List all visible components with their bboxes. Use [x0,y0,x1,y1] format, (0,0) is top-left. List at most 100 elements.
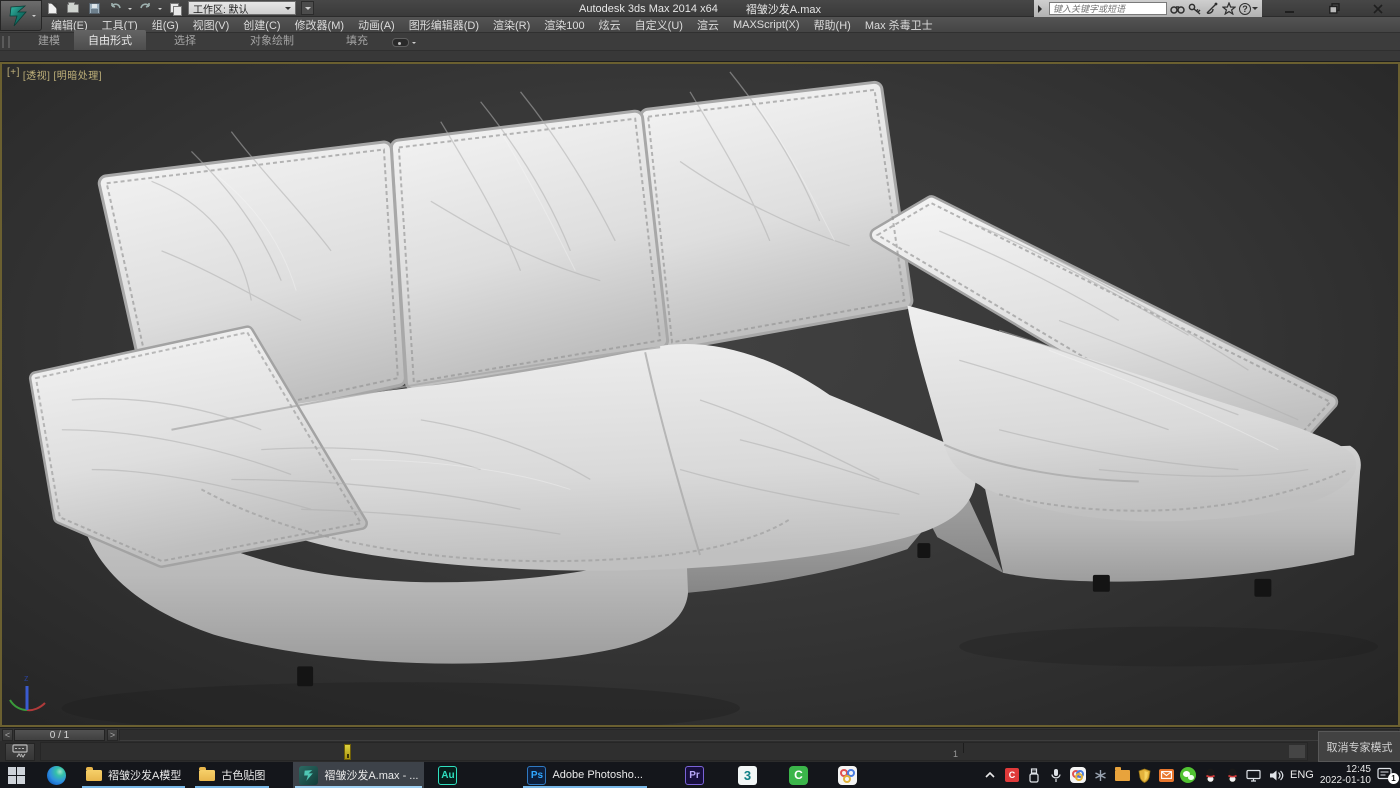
taskbar-premiere[interactable]: Pr [679,762,710,788]
help-button[interactable]: ? [1239,3,1258,15]
notification-count-badge: 1 [1388,773,1399,784]
taskbar-app-three[interactable]: 3 [732,762,763,788]
animation-key-marker[interactable] [344,744,351,760]
start-button[interactable] [2,762,31,788]
tray-red-app[interactable]: C [1004,767,1020,783]
minimize-button[interactable] [1268,0,1312,17]
tray-display-project[interactable] [1246,767,1262,783]
title-bar: 工作区: 默认 Autodesk 3ds Max 2014 x64 褶皱沙发A.… [0,0,1400,17]
save-icon [89,3,100,14]
photoshop-icon: Ps [527,766,546,785]
tab-object-paint[interactable]: 对象绘制 [236,30,308,50]
communication-center-button[interactable] [1205,1,1219,16]
previous-frame-button[interactable]: < [2,729,13,741]
track-bar-row: 1 取消专家模式 [0,741,1400,762]
tray-security-shield[interactable] [1136,767,1152,783]
search-button[interactable] [1170,1,1185,16]
taskbar-audition[interactable]: Au [432,762,463,788]
menu-render100[interactable]: 渲染100 [537,17,591,33]
sofa-model[interactable] [2,64,1398,725]
ribbon-state-icon [392,38,409,47]
language-indicator[interactable]: ENG [1290,769,1314,781]
folder-icon [199,770,215,781]
menu-maxscript[interactable]: MAXScript(X) [726,19,807,31]
application-menu-button[interactable] [0,0,42,31]
tray-qq-2[interactable] [1224,767,1240,783]
redo-icon [139,2,152,14]
menu-help[interactable]: 帮助(H) [807,17,858,33]
windows-logo-icon [8,767,25,784]
color-rings-icon [1070,767,1086,783]
key-icon [1188,2,1202,15]
menu-customize[interactable]: 自定义(U) [628,17,690,33]
taskbar-photoshop[interactable]: Ps Adobe Photosho... [521,762,649,788]
shield-icon [1138,768,1151,783]
clock-time: 12:45 [1320,764,1371,775]
tab-selection[interactable]: 选择 [160,30,210,50]
menu-xuanyun[interactable]: 炫云 [592,17,628,33]
close-button[interactable] [1356,0,1400,17]
tray-microphone[interactable] [1048,767,1064,783]
next-frame-button[interactable]: > [107,729,118,741]
menu-rendering[interactable]: 渲染(R) [486,17,537,33]
tray-volume[interactable] [1268,767,1284,783]
undo-button[interactable] [107,1,123,15]
new-scene-button[interactable] [44,1,60,15]
viewport-menu-general[interactable]: [+] [7,67,20,82]
time-slider-thumb[interactable]: 0 / 1 [14,729,105,741]
collapse-arrow-icon[interactable] [1038,5,1046,13]
wechat-icon [1180,767,1196,783]
time-slider-track[interactable] [119,729,1399,741]
keyboard-shortcut-override-toggle[interactable] [5,743,35,761]
ribbon-config-button[interactable] [392,38,416,47]
menu-bar: 编辑(E) 工具(T) 组(G) 视图(V) 创建(C) 修改器(M) 动画(A… [0,17,1400,33]
frame-tick-line [963,743,964,753]
undo-dropdown-caret[interactable] [128,8,132,12]
workspace-dropdown-button[interactable] [301,1,314,15]
qq-penguin-icon [1226,768,1239,783]
notification-center-button[interactable]: 1 [1377,767,1397,783]
workspace-selector[interactable]: 工作区: 默认 [188,1,296,15]
sign-in-button[interactable] [1188,1,1202,16]
viewport-menu-shading[interactable]: [明暗处理] [53,67,102,82]
capture-app-icon: C [789,766,808,785]
help-icon: ? [1239,3,1251,15]
perspective-viewport[interactable]: [+] [透视] [明暗处理] [0,62,1400,727]
menu-xuancloud[interactable]: 渲云 [690,17,726,33]
restore-button[interactable] [1312,0,1356,17]
taskbar-3ds-max[interactable]: 褶皱沙发A.max - ... [293,762,424,788]
taskbar-edge[interactable] [41,762,72,788]
search-input[interactable] [1049,2,1167,15]
tray-expand-button[interactable] [982,767,998,783]
taskbar-app-capture[interactable]: C [783,762,814,788]
menu-antivirus[interactable]: Max 杀毒卫士 [858,17,940,33]
taskbar-folder-model[interactable]: 褶皱沙发A模型 [80,762,187,788]
tab-populate[interactable]: 填充 [332,30,382,50]
save-file-button[interactable] [86,1,102,15]
tray-color-rings-app[interactable] [1070,767,1086,783]
open-file-button[interactable] [65,1,81,15]
tray-usb[interactable] [1026,767,1042,783]
favorites-button[interactable] [1222,1,1236,16]
tray-snowflake-app[interactable] [1092,767,1108,783]
tray-folder-app[interactable] [1114,767,1130,783]
redo-dropdown-caret[interactable] [158,8,162,12]
cancel-expert-mode-button[interactable]: 取消专家模式 [1318,731,1400,762]
taskbar-folder-textures[interactable]: 古色贴图 [193,762,271,788]
tab-freeform[interactable]: 自由形式 [74,30,146,50]
tray-qq-1[interactable] [1202,767,1218,783]
taskbar-color-rings-app[interactable] [832,762,863,788]
tray-mail-app[interactable] [1158,767,1174,783]
project-folder-button[interactable] [167,1,183,15]
axis-z-label: z [24,673,29,683]
tab-modeling[interactable]: 建模 [24,30,74,50]
taskbar-item-label: Adobe Photosho... [552,769,643,781]
tray-wechat[interactable] [1180,767,1196,783]
viewport-menu-pov[interactable]: [透视] [23,67,51,82]
track-bar-lane[interactable]: 1 [40,742,1308,761]
menu-graph-editors[interactable]: 图形编辑器(D) [402,17,486,33]
ribbon-drag-grip[interactable] [2,36,10,48]
viewport-label: [+] [透视] [明暗处理] [7,67,102,82]
redo-button[interactable] [137,1,153,15]
taskbar-clock[interactable]: 12:45 2022-01-10 [1320,764,1371,786]
